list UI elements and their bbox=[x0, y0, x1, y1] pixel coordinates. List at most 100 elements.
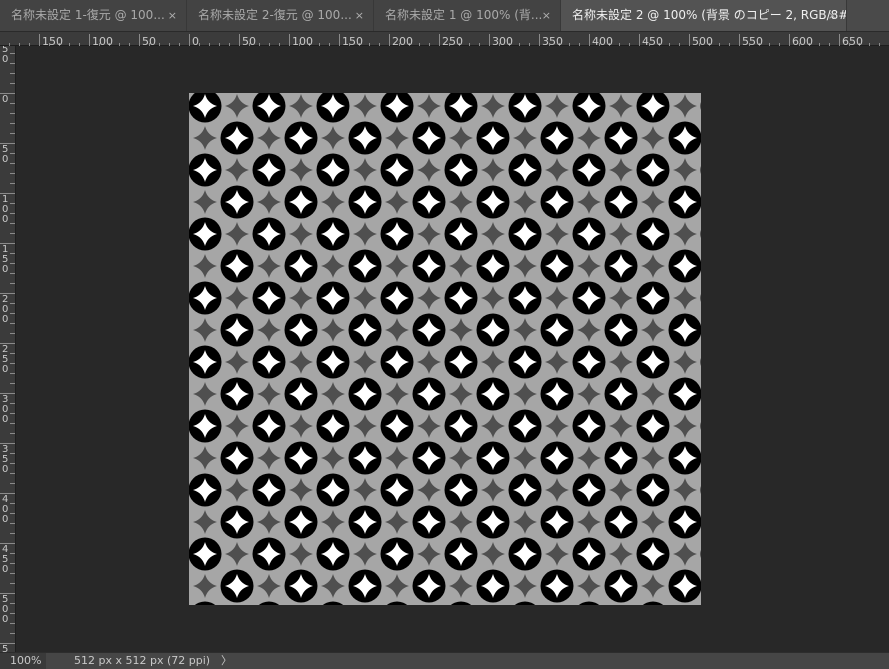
circle-star-motif bbox=[252, 473, 286, 507]
circle-star-motif bbox=[220, 569, 254, 603]
circle-star-motif bbox=[284, 441, 318, 475]
circle-star-motif bbox=[604, 441, 638, 475]
circle-star-motif bbox=[444, 153, 478, 187]
circle-star-motif bbox=[636, 281, 670, 315]
circle-star-motif bbox=[284, 313, 318, 347]
close-icon[interactable]: × bbox=[355, 0, 364, 31]
circle-star-motif bbox=[412, 569, 446, 603]
circle-star-motif bbox=[348, 441, 382, 475]
circle-star-motif bbox=[316, 281, 350, 315]
close-icon[interactable]: × bbox=[168, 0, 177, 31]
circle-star-motif bbox=[604, 569, 638, 603]
horizontal-ruler[interactable]: 150 100 50 0 50 100 150 200 250 300 350 400 450 500 55… bbox=[0, 32, 889, 48]
circle-star-motif bbox=[412, 185, 446, 219]
circle-star-motif bbox=[604, 249, 638, 283]
circle-star-motif bbox=[604, 121, 638, 155]
circle-star-motif bbox=[572, 409, 606, 443]
status-bar: 100% 512 px x 512 px (72 ppi) 〉 bbox=[0, 652, 889, 669]
circle-star-motif bbox=[348, 185, 382, 219]
ruler-label: 5 bbox=[2, 644, 8, 652]
circle-star-motif bbox=[508, 409, 542, 443]
ruler-label: 0 bbox=[2, 154, 8, 165]
circle-star-motif bbox=[636, 345, 670, 379]
ruler-label: 0 bbox=[2, 464, 8, 475]
ruler-label: 0 bbox=[2, 214, 8, 225]
circle-star-motif bbox=[380, 153, 414, 187]
circle-star-motif bbox=[508, 217, 542, 251]
circle-star-motif bbox=[348, 569, 382, 603]
tab-document-1[interactable]: 名称未設定 1 @ 100% (背... × bbox=[374, 0, 561, 31]
tab-document-2-recovered[interactable]: 名称未設定 2-復元 @ 100... × bbox=[187, 0, 374, 31]
circle-star-motif bbox=[284, 569, 318, 603]
vertical-ruler[interactable]: 500501001502002503003504004505005 bbox=[0, 44, 16, 655]
circle-star-motif bbox=[316, 217, 350, 251]
circle-star-motif bbox=[316, 153, 350, 187]
circle-star-motif bbox=[668, 121, 701, 155]
circle-star-motif bbox=[284, 121, 318, 155]
circle-star-motif bbox=[252, 217, 286, 251]
circle-star-motif bbox=[348, 313, 382, 347]
circle-star-motif bbox=[189, 281, 222, 315]
circle-star-motif bbox=[220, 441, 254, 475]
circle-star-motif bbox=[348, 249, 382, 283]
circle-star-motif bbox=[508, 153, 542, 187]
circle-star-motif bbox=[412, 313, 446, 347]
circle-star-motif bbox=[316, 345, 350, 379]
circle-star-motif bbox=[668, 569, 701, 603]
circle-star-motif bbox=[508, 473, 542, 507]
circle-star-motif bbox=[252, 345, 286, 379]
ruler-label: 0 bbox=[2, 564, 8, 575]
circle-star-motif bbox=[476, 249, 510, 283]
circle-star-motif bbox=[572, 345, 606, 379]
circle-star-motif bbox=[604, 377, 638, 411]
circle-star-motif bbox=[572, 473, 606, 507]
circle-star-motif bbox=[636, 217, 670, 251]
circle-star-motif bbox=[540, 505, 574, 539]
ruler-label: 0 bbox=[2, 264, 8, 275]
circle-star-motif bbox=[380, 217, 414, 251]
circle-star-motif bbox=[380, 537, 414, 571]
circle-star-motif bbox=[668, 505, 701, 539]
circle-star-motif bbox=[444, 537, 478, 571]
circle-star-motif bbox=[189, 345, 222, 379]
circle-star-motif bbox=[220, 185, 254, 219]
ruler-label: 0 bbox=[2, 54, 8, 65]
chevron-right-icon[interactable]: 〉 bbox=[221, 653, 232, 669]
circle-star-motif bbox=[220, 249, 254, 283]
document-canvas[interactable] bbox=[189, 93, 701, 605]
circle-star-motif bbox=[636, 153, 670, 187]
close-icon[interactable]: × bbox=[828, 0, 837, 31]
circle-star-motif bbox=[316, 473, 350, 507]
circle-star-motif bbox=[476, 377, 510, 411]
circle-star-motif bbox=[316, 537, 350, 571]
circle-star-motif bbox=[412, 249, 446, 283]
circle-star-motif bbox=[636, 537, 670, 571]
circle-star-motif bbox=[189, 473, 222, 507]
tab-document-2-active[interactable]: 名称未設定 2 @ 100% (背景 のコピー 2, RGB/8#) * × bbox=[561, 0, 847, 31]
circle-star-motif bbox=[540, 249, 574, 283]
circle-star-motif bbox=[380, 473, 414, 507]
circle-star-motif bbox=[604, 505, 638, 539]
circle-star-motif bbox=[189, 409, 222, 443]
ruler-label: 0 bbox=[2, 414, 8, 425]
vertical-ruler-ticks: 500501001502002503003504004505005 bbox=[0, 44, 15, 655]
zoom-level[interactable]: 100% bbox=[0, 653, 46, 669]
tab-label: 名称未設定 1 @ 100% (背... bbox=[385, 8, 543, 22]
ruler-label: 0 bbox=[2, 364, 8, 375]
circle-star-motif bbox=[412, 377, 446, 411]
circle-star-motif bbox=[476, 121, 510, 155]
circle-star-motif bbox=[444, 473, 478, 507]
close-icon[interactable]: × bbox=[542, 0, 551, 31]
circle-star-motif bbox=[476, 185, 510, 219]
circle-star-motif bbox=[189, 537, 222, 571]
circle-star-motif bbox=[412, 121, 446, 155]
circle-star-motif bbox=[572, 537, 606, 571]
circle-star-motif bbox=[572, 153, 606, 187]
circle-star-motif bbox=[508, 537, 542, 571]
circle-star-motif bbox=[380, 281, 414, 315]
document-info: 512 px x 512 px (72 ppi) bbox=[74, 654, 211, 667]
circle-star-motif bbox=[508, 345, 542, 379]
ruler-label: 0 bbox=[2, 614, 8, 625]
tab-document-1-recovered[interactable]: 名称未設定 1-復元 @ 100... × bbox=[0, 0, 187, 31]
circle-star-motif bbox=[540, 569, 574, 603]
